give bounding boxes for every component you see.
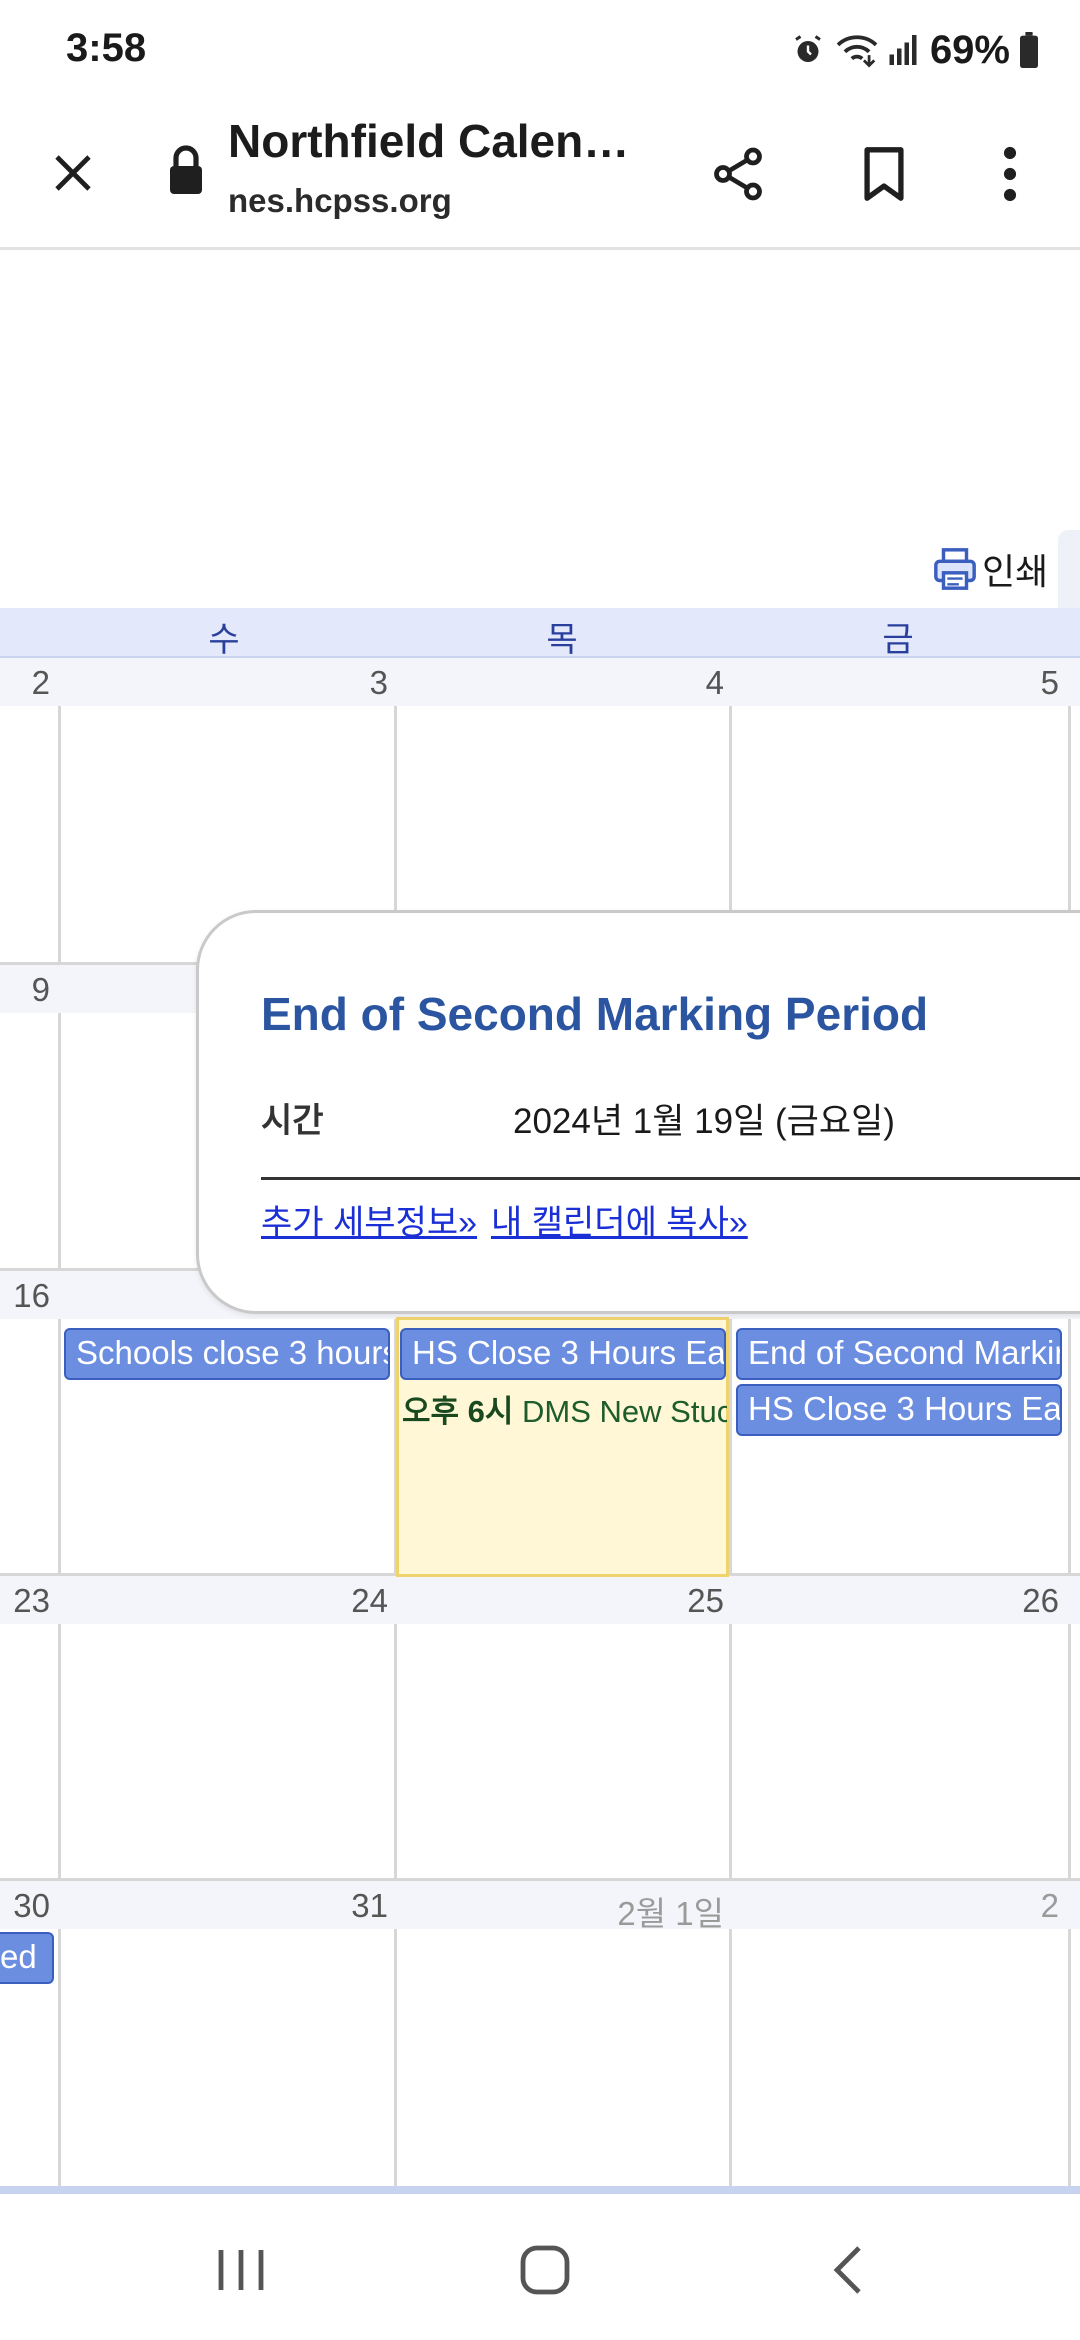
status-bar: 3:58 69% — [0, 0, 1080, 100]
more-options-button[interactable] — [972, 136, 1048, 212]
popup-divider — [261, 1177, 1080, 1180]
day-number[interactable]: 9 — [0, 971, 50, 1009]
battery-percent: 69% — [929, 27, 1010, 72]
day-number[interactable]: 2 — [733, 1887, 1059, 1925]
day-number[interactable]: 16 — [0, 1277, 50, 1315]
day-number[interactable]: 23 — [0, 1582, 50, 1620]
page-title[interactable]: Northfield Calen… — [228, 114, 629, 168]
weekday-fri: 금 — [882, 621, 914, 659]
copy-to-calendar-link[interactable]: 내 캘린더에 복사» — [491, 1195, 748, 1244]
browser-toolbar: Northfield Calen… nes.hcpss.org — [0, 100, 1080, 250]
bookmark-icon — [864, 147, 904, 201]
day-number[interactable]: 30 — [0, 1887, 50, 1925]
event-time: 오후 6시 — [402, 1394, 514, 1429]
timed-event[interactable]: 오후 6시 DMS New Stuc — [402, 1386, 727, 1430]
event-chip[interactable]: ed — [0, 1932, 54, 1984]
popup-time-value: 2024년 1월 19일 (금요일) — [513, 1102, 895, 1141]
popup-time-label: 시간 — [261, 1102, 324, 1140]
home-button[interactable] — [500, 2230, 590, 2310]
event-chip[interactable]: Schools close 3 hours — [64, 1328, 390, 1380]
status-icons: 69% — [790, 26, 1040, 74]
recent-apps-button[interactable] — [196, 2230, 286, 2310]
event-details-popup: End of Second Marking Period 시간 2024년 1월… — [196, 910, 1080, 1314]
battery-icon — [1020, 32, 1038, 68]
close-icon — [55, 155, 91, 191]
day-number[interactable]: 31 — [62, 1887, 388, 1925]
back-button[interactable] — [804, 2230, 894, 2310]
grid-line — [58, 658, 61, 2188]
day-number[interactable]: 24 — [62, 1582, 388, 1620]
back-icon — [833, 2246, 861, 2294]
print-button[interactable]: 인쇄 — [932, 540, 1048, 598]
day-number[interactable]: 4 — [398, 664, 724, 702]
event-chip[interactable]: HS Close 3 Hours Ear — [400, 1328, 726, 1380]
home-icon — [520, 2245, 570, 2295]
system-nav-bar — [0, 2194, 1080, 2340]
signal-icon — [889, 35, 917, 65]
wifi-icon — [836, 35, 878, 68]
screen: 3:58 69% Northfield Calen… nes.hcpss.org… — [0, 0, 1080, 2340]
bookmark-button[interactable] — [846, 136, 922, 212]
lock-icon — [170, 145, 202, 194]
status-time: 3:58 — [66, 26, 147, 70]
weekday-header: 수 목 금 — [0, 608, 1080, 659]
grid-line — [729, 658, 732, 2188]
weekday-thu: 목 — [546, 621, 578, 659]
day-number[interactable]: 2 — [0, 664, 50, 702]
printer-icon — [934, 548, 976, 590]
weekday-wed: 수 — [208, 621, 240, 659]
day-number[interactable]: 5 — [733, 664, 1059, 702]
more-details-link[interactable]: 추가 세부정보» — [261, 1195, 477, 1244]
page-url[interactable]: nes.hcpss.org — [228, 182, 452, 220]
recent-apps-icon — [218, 2250, 264, 2290]
alarm-icon — [795, 35, 821, 62]
popup-title: End of Second Marking Period — [261, 988, 929, 1040]
close-tab-button[interactable] — [42, 142, 104, 204]
share-button[interactable] — [700, 136, 776, 212]
print-label: 인쇄 — [982, 551, 1049, 592]
day-number[interactable]: 25 — [398, 1582, 724, 1620]
event-chip[interactable]: HS Close 3 Hours Ear — [736, 1384, 1062, 1436]
event-title: DMS New Stuc — [522, 1394, 727, 1429]
day-number[interactable]: 2월 1일 — [398, 1887, 724, 1935]
day-number[interactable]: 26 — [733, 1582, 1059, 1620]
share-icon — [714, 147, 762, 201]
calendar-bottom-border — [0, 2186, 1080, 2194]
grid-line — [1068, 658, 1071, 2188]
more-vert-icon — [1003, 146, 1017, 202]
event-chip[interactable]: End of Second Markin — [736, 1328, 1062, 1380]
view-tab-edge[interactable] — [1058, 530, 1080, 608]
day-number[interactable]: 3 — [62, 664, 388, 702]
